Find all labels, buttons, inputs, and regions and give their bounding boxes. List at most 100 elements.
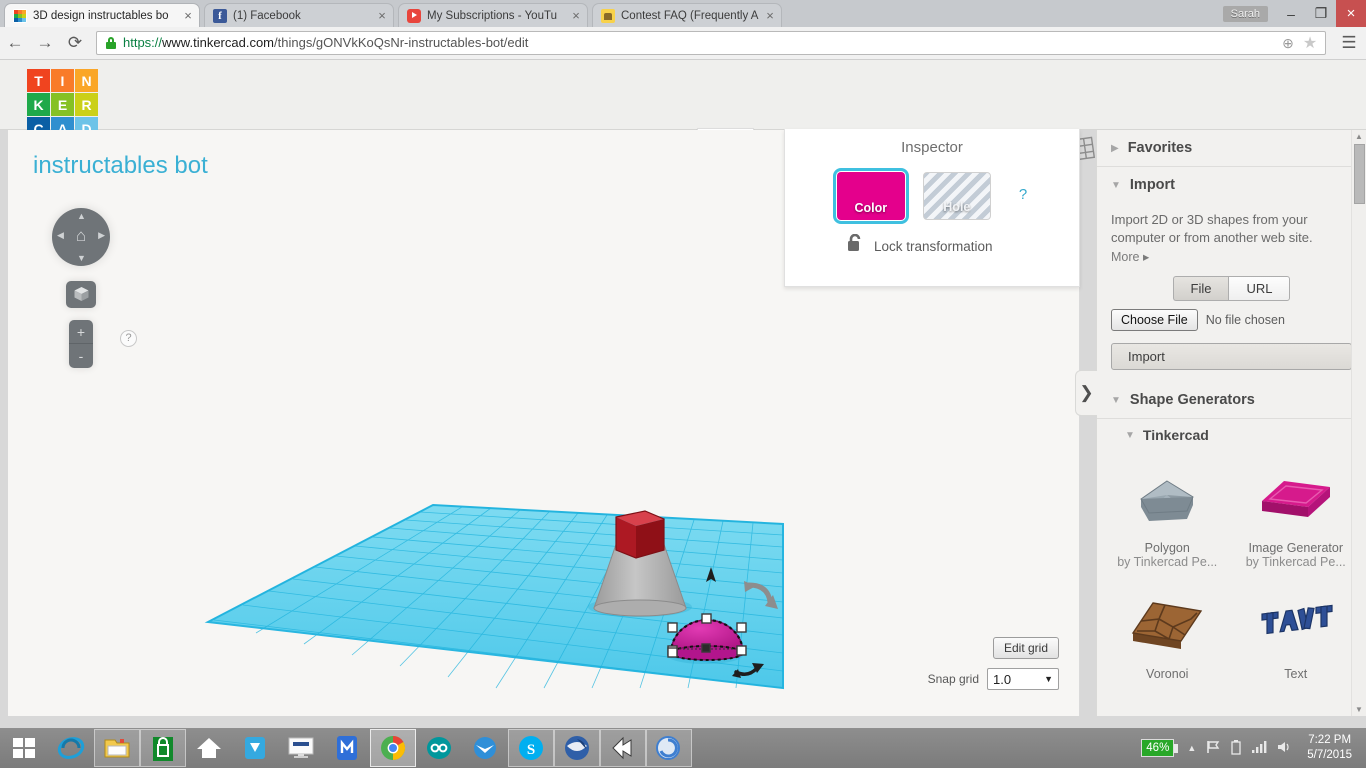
scroll-up-arrow-icon[interactable]: ▲: [1355, 132, 1363, 141]
red-cube-object: [615, 510, 665, 559]
edit-grid-button[interactable]: Edit grid: [992, 637, 1059, 659]
browser-tab-facebook[interactable]: f (1) Facebook ×: [204, 3, 394, 27]
volume-icon[interactable]: [1276, 740, 1292, 757]
view-navigation-pad[interactable]: ⌂ ▲ ▼ ◀ ▶: [52, 208, 110, 266]
taskbar-file-explorer[interactable]: [94, 729, 140, 767]
scroll-down-arrow-icon[interactable]: ▼: [1355, 705, 1363, 714]
generator-item-voronoi[interactable]: Voronoi: [1103, 579, 1232, 681]
window-close-button[interactable]: ×: [1336, 0, 1366, 27]
snap-grid-label: Snap grid: [927, 672, 979, 686]
taskbar-skype[interactable]: S: [508, 729, 554, 767]
section-favorites[interactable]: ▶ Favorites: [1097, 130, 1366, 167]
nav-up-arrow-icon[interactable]: ▲: [77, 211, 86, 221]
taskbar-unity-editor[interactable]: [600, 729, 646, 767]
inspector-help-button[interactable]: ?: [1019, 186, 1027, 203]
svg-text:S: S: [527, 742, 535, 758]
tab-close-button[interactable]: ×: [181, 9, 195, 23]
generator-group-tinkercad[interactable]: ▼ Tinkercad: [1097, 419, 1366, 449]
taskbar-google-chrome[interactable]: [370, 729, 416, 767]
taskbar-clock[interactable]: 7:22 PM 5/7/2015: [1301, 733, 1358, 763]
sidebar-scrollbar[interactable]: ▲ ▼: [1351, 130, 1366, 716]
tab-title: (1) Facebook: [233, 9, 301, 22]
chevron-down-icon: ▼: [1125, 429, 1135, 441]
taskbar-onedrive-blue-app[interactable]: [232, 729, 278, 767]
zoom-controls: + -: [69, 320, 93, 368]
network-signal-icon[interactable]: [1251, 740, 1267, 757]
section-import[interactable]: ▼ Import: [1097, 167, 1366, 203]
zoom-indicator-icon[interactable]: ⊕: [1277, 35, 1299, 52]
choose-file-button[interactable]: Choose File: [1111, 309, 1198, 331]
taskbar-windows-store[interactable]: [140, 729, 186, 767]
reload-icon[interactable]: ⟳: [60, 27, 90, 60]
import-tab-file[interactable]: File: [1172, 276, 1229, 301]
home-icon[interactable]: ⌂: [71, 226, 91, 246]
youtube-icon: [407, 8, 421, 23]
import-more-link[interactable]: More ▸: [1111, 249, 1149, 264]
battery-icon[interactable]: [1230, 739, 1242, 758]
browser-tab-youtube[interactable]: My Subscriptions - YouTu ×: [398, 3, 588, 27]
taskbar-thunderbird[interactable]: [554, 729, 600, 767]
windows-taskbar: S 46% ▲ 7:22 PM 5/7/2015: [0, 728, 1366, 768]
url-path: /things/gONVkKoQsNr-instructables-bot/ed…: [274, 35, 529, 50]
back-icon[interactable]: ←: [0, 27, 30, 60]
generator-name: Text: [1284, 667, 1308, 681]
color-swatch[interactable]: Color: [832, 168, 909, 224]
window-minimize-button[interactable]: –: [1276, 0, 1306, 27]
tinkercad-icon: [13, 8, 27, 23]
plate-thumb-icon: [1236, 461, 1357, 539]
nav-left-arrow-icon[interactable]: ◀: [57, 230, 64, 241]
bookmark-star-icon[interactable]: ★: [1299, 33, 1321, 53]
section-shape-generators[interactable]: ▼ Shape Generators: [1097, 382, 1366, 419]
chevron-down-icon: ▼: [1044, 674, 1053, 684]
zoom-in-button[interactable]: +: [69, 320, 93, 344]
scrollbar-thumb[interactable]: [1354, 144, 1365, 204]
hole-swatch[interactable]: Hole: [922, 172, 991, 220]
forward-icon[interactable]: →: [30, 27, 60, 60]
page-title[interactable]: instructables bot: [33, 152, 208, 180]
cube-icon: [74, 287, 88, 301]
address-bar[interactable]: https://www.tinkercad.com/things/gONVkKo…: [96, 31, 1326, 55]
taskbar-blue-bird-app[interactable]: [462, 729, 508, 767]
voronoi-thumb-icon: [1107, 587, 1228, 665]
tab-close-button[interactable]: ×: [763, 9, 777, 23]
tab-close-button[interactable]: ×: [569, 9, 583, 23]
browser-tab-instructables[interactable]: Contest FAQ (Frequently A ×: [592, 3, 782, 27]
generator-item-text[interactable]: Text: [1232, 579, 1361, 681]
nav-right-arrow-icon[interactable]: ▶: [98, 230, 105, 241]
zoom-out-button[interactable]: -: [69, 344, 93, 368]
import-button[interactable]: Import: [1111, 343, 1352, 370]
panel-collapse-handle[interactable]: ❯: [1075, 370, 1097, 416]
unlocked-padlock-icon[interactable]: [847, 233, 864, 258]
chevron-down-icon: ▼: [1111, 179, 1121, 191]
taskbar-lenovo-app[interactable]: [278, 729, 324, 767]
tab-title: Contest FAQ (Frequently A: [621, 9, 759, 22]
fit-view-cube-button[interactable]: [66, 281, 96, 308]
battery-percent-badge[interactable]: 46%: [1141, 739, 1179, 757]
taskbar-arduino-ide[interactable]: [416, 729, 462, 767]
taskbar-maxthon-browser[interactable]: [324, 729, 370, 767]
chrome-menu-icon[interactable]: ☰: [1332, 27, 1366, 60]
generator-item-polygon[interactable]: Polygon by Tinkercad Pe...: [1103, 453, 1232, 579]
user-profile-button[interactable]: Sarah: [1222, 5, 1268, 22]
import-body: Import 2D or 3D shapes from your compute…: [1097, 203, 1366, 382]
import-tab-url[interactable]: URL: [1228, 276, 1291, 301]
canvas-help-button[interactable]: ?: [120, 330, 137, 347]
window-restore-button[interactable]: ❐: [1306, 0, 1336, 27]
tinkercad-header: T I N K E R C A D Design Edit Help Undo: [0, 60, 1366, 182]
nav-down-arrow-icon[interactable]: ▼: [77, 253, 86, 263]
browser-tab-tinkercad[interactable]: 3D design instructables bo ×: [4, 3, 200, 27]
generator-item-image-generator[interactable]: Image Generator by Tinkercad Pe...: [1232, 453, 1361, 579]
inspector-panel: Inspector Color Hole ? Lock transformati…: [784, 129, 1080, 287]
show-hidden-icon[interactable]: ▲: [1187, 743, 1196, 753]
taskbar-home-app[interactable]: [186, 729, 232, 767]
restore-icon: ❐: [1314, 5, 1328, 21]
lock-transformation-row[interactable]: Lock transformation: [847, 233, 1079, 258]
browser-toolbar: ← → ⟳ https://www.tinkercad.com/things/g…: [0, 27, 1366, 60]
taskbar-internet-explorer[interactable]: [48, 729, 94, 767]
snap-grid-select[interactable]: 1.0 ▼: [987, 668, 1059, 690]
battery-percent-label: 46%: [1141, 739, 1175, 757]
flag-action-center-icon[interactable]: [1205, 739, 1221, 758]
tab-close-button[interactable]: ×: [375, 9, 389, 23]
taskbar-paint-net[interactable]: [646, 729, 692, 767]
windows-start-icon[interactable]: [0, 728, 48, 768]
